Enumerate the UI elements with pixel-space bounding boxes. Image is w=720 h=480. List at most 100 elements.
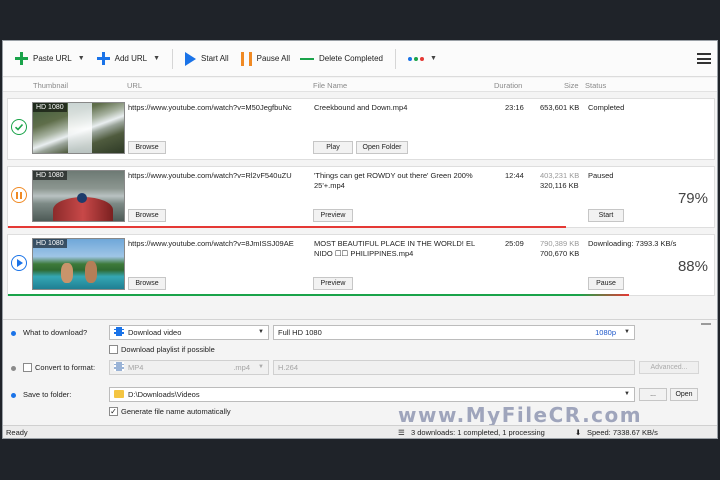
file-name-text: Creekbound and Down.mp4: [314, 103, 408, 112]
panel-grip[interactable]: [701, 323, 711, 325]
speed-text: Speed: 7338.67 KB/s: [587, 428, 658, 437]
chevron-down-icon: ▼: [624, 391, 630, 397]
preview-button[interactable]: Preview: [313, 209, 353, 222]
download-row[interactable]: HD 1080 https://www.youtube.com/watch?v=…: [7, 234, 715, 296]
size-total-text: 790,389 KB: [540, 239, 580, 248]
chevron-down-icon: ▼: [430, 55, 437, 62]
convert-checkbox[interactable]: [23, 363, 32, 372]
format-value: MP4: [128, 363, 144, 372]
folder-select[interactable]: D:\Downloads\Videos ▼: [109, 387, 635, 402]
quality-value: Full HD 1080: [278, 328, 322, 337]
status-text: Paused: [588, 171, 614, 180]
auto-name-checkbox[interactable]: ✓: [109, 407, 118, 416]
progress-percent: 79%: [677, 190, 708, 207]
advanced-button[interactable]: Advanced...: [639, 361, 699, 374]
app-window: Paste URL ▼ Add URL ▼ Start All Pause Al…: [2, 40, 718, 439]
file-name-line-2: NIDO ☐☐ PHILIPPINES.mp4: [314, 249, 414, 258]
status-bar: Ready ☰ 3 downloads: 1 completed, 1 proc…: [3, 425, 717, 438]
browse-button[interactable]: Browse: [128, 277, 166, 290]
open-folder-button[interactable]: Open Folder: [356, 141, 408, 154]
format-select[interactable]: MP4 .mp4 ▼: [109, 360, 269, 375]
pause-circle-icon: [11, 187, 27, 203]
quality-select[interactable]: Full HD 1080 1080p ▼: [273, 325, 635, 340]
codec-value: H.264: [278, 363, 299, 372]
download-type-select[interactable]: Download video ▼: [109, 325, 269, 340]
progress-bar: [8, 294, 630, 296]
quality-resolution: 1080p: [595, 328, 616, 337]
menu-icon[interactable]: [697, 53, 711, 64]
video-thumbnail[interactable]: HD 1080: [32, 238, 125, 290]
quality-badge: HD 1080: [33, 239, 67, 248]
start-button[interactable]: Start: [588, 209, 624, 222]
chevron-down-icon: ▼: [258, 329, 264, 335]
header-file-name[interactable]: File Name: [313, 81, 347, 90]
file-name-line-2: 25'+.mp4: [314, 181, 345, 190]
duration-text: 25:09: [505, 239, 524, 248]
size-text: 653,601 KB: [540, 103, 580, 112]
quality-badge: HD 1080: [33, 103, 67, 112]
browse-button[interactable]: Browse: [128, 209, 166, 222]
codec-select[interactable]: H.264: [273, 360, 635, 375]
download-options-panel: What to download? Download video ▼ Full …: [3, 319, 717, 429]
size-done-text: 700,670 KB: [540, 249, 580, 258]
toolbar-divider: [395, 48, 397, 69]
color-dots-icon: [408, 56, 425, 61]
header-duration[interactable]: Duration: [494, 81, 522, 90]
color-filter-button[interactable]: ▼: [404, 47, 441, 71]
pause-all-button[interactable]: Pause All: [237, 47, 294, 71]
save-to-folder-label: Save to folder:: [23, 390, 72, 399]
pause-icon: [240, 51, 252, 66]
pause-button[interactable]: Pause: [588, 277, 624, 290]
start-all-button[interactable]: Start All: [181, 47, 233, 71]
status-text: Downloading: 7393.3 KB/s: [588, 239, 677, 248]
playlist-checkbox[interactable]: [109, 345, 118, 354]
format-extension: .mp4: [233, 363, 250, 372]
play-circle-icon: [11, 255, 27, 271]
bullet-icon: [11, 366, 16, 371]
progress-percent: 88%: [677, 258, 708, 275]
chevron-down-icon[interactable]: ▼: [153, 55, 160, 62]
ready-text: Ready: [6, 428, 28, 437]
url-text: https://www.youtube.com/watch?v=M50Jegfb…: [128, 103, 292, 112]
download-row[interactable]: HD 1080 https://www.youtube.com/watch?v=…: [7, 166, 715, 228]
pause-all-label: Pause All: [256, 54, 290, 63]
chevron-down-icon[interactable]: ▼: [78, 55, 85, 62]
folder-icon: [114, 390, 124, 398]
convert-label: Convert to format:: [35, 363, 96, 372]
speed-icon: ⬇: [575, 428, 582, 437]
header-url[interactable]: URL: [127, 81, 142, 90]
film-icon: [114, 327, 124, 336]
file-name-line-1: MOST BEAUTIFUL PLACE IN THE WORLD! EL: [314, 239, 476, 248]
play-icon: [185, 51, 197, 66]
delete-completed-button[interactable]: Delete Completed: [296, 47, 387, 71]
folder-value: D:\Downloads\Videos: [128, 390, 200, 399]
video-thumbnail[interactable]: HD 1080: [32, 102, 125, 154]
browse-button[interactable]: Browse: [128, 141, 166, 154]
add-url-label: Add URL: [114, 54, 148, 63]
list-icon: ☰: [398, 428, 405, 437]
paste-url-label: Paste URL: [33, 54, 72, 63]
download-type-value: Download video: [128, 328, 182, 337]
progress-bar: [8, 226, 566, 228]
video-thumbnail[interactable]: HD 1080: [32, 170, 125, 222]
delete-completed-label: Delete Completed: [318, 54, 384, 63]
status-text: Completed: [588, 103, 625, 112]
playlist-label: Download playlist if possible: [121, 345, 215, 354]
add-url-button[interactable]: Add URL ▼: [93, 47, 164, 71]
browse-folder-button[interactable]: ...: [639, 388, 667, 401]
header-thumbnail[interactable]: Thumbnail: [33, 81, 68, 90]
header-status[interactable]: Status: [585, 81, 606, 90]
preview-button[interactable]: Preview: [313, 277, 353, 290]
start-all-label: Start All: [201, 54, 229, 63]
quality-badge: HD 1080: [33, 171, 67, 180]
open-folder-button[interactable]: Open: [670, 388, 698, 401]
what-to-download-label: What to download?: [23, 328, 88, 337]
duration-text: 12:44: [505, 171, 524, 180]
size-done-text: 320,116 KB: [540, 181, 579, 190]
header-size[interactable]: Size: [564, 81, 579, 90]
download-row[interactable]: HD 1080 https://www.youtube.com/watch?v=…: [7, 98, 715, 160]
file-name-line-1: 'Things can get ROWDY out there' Green 2…: [314, 171, 473, 180]
play-button[interactable]: Play: [313, 141, 353, 154]
size-total-text: 403,231 KB: [540, 171, 580, 180]
paste-url-button[interactable]: Paste URL ▼: [11, 47, 89, 71]
